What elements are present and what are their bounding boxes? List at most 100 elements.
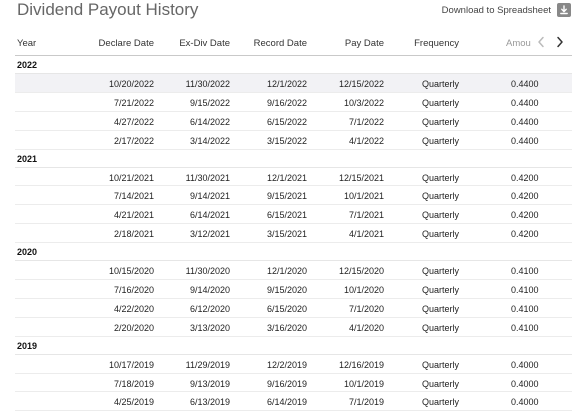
table-row[interactable]: 7/14/2021 9/14/2021 9/15/2021 10/1/2021 Quar…	[15, 186, 572, 206]
declare-date-cell: 4/21/2021	[113, 210, 154, 221]
pay-date-cell: 10/1/2019	[343, 378, 384, 389]
ex-div-date-cell: 9/15/2022	[189, 97, 230, 108]
record-date-cell: 9/16/2022	[266, 97, 307, 108]
declare-date-cell: 2/17/2022	[113, 135, 154, 146]
year-group-row: 2022	[15, 56, 572, 74]
ex-div-date-cell: 3/12/2021	[189, 229, 230, 240]
pay-date-cell: 7/1/2022	[348, 116, 384, 127]
declare-date-cell: 10/17/2019	[108, 359, 154, 370]
pay-date-cell: 7/1/2020	[348, 303, 384, 314]
record-date-cell: 6/15/2022	[266, 116, 307, 127]
table-row[interactable]: 2/20/2020 3/13/2020 3/16/2020 4/1/2020 Quart…	[15, 318, 572, 337]
chevron-right-icon[interactable]	[553, 34, 567, 50]
ex-div-date-cell: 11/29/2019	[185, 359, 230, 370]
table-row[interactable]: 4/27/2022 6/14/2022 6/15/2022 7/1/2022 Quart…	[15, 112, 572, 131]
amount-cell: 0.4000	[511, 359, 539, 370]
frequency-cell: Quarterly	[421, 229, 459, 240]
declare-date-cell: 10/15/2020	[108, 266, 154, 277]
frequency-cell: Quarterly	[421, 378, 459, 389]
column-header-year: Year	[17, 38, 37, 49]
record-date-cell: 6/14/2019	[266, 397, 307, 408]
pay-date-cell: 7/1/2019	[348, 397, 384, 408]
record-date-cell: 12/1/2022	[266, 79, 307, 89]
ex-div-date-cell: 6/13/2019	[189, 397, 230, 408]
table-row[interactable]: 4/22/2020 6/12/2020 6/15/2020 7/1/2020 Quart…	[15, 299, 572, 318]
table-row[interactable]: 2/18/2021 3/12/2021 3/15/2021 4/1/2021 Quart…	[15, 224, 572, 244]
pay-date-cell: 12/15/2022	[338, 79, 384, 89]
ex-div-date-cell: 11/30/2020	[185, 266, 230, 277]
dividend-history-page: Dividend Payout History Download to Spre…	[0, 0, 580, 415]
ex-div-date-cell: 6/12/2020	[189, 303, 230, 314]
frequency-cell: Quarterly	[421, 135, 459, 146]
declare-date-cell: 4/22/2020	[113, 303, 154, 314]
table-body: 2022 10/20/2022 11/30/2022 12/1/2022 12/15/2…	[15, 56, 572, 415]
frequency-cell: Quarterly	[421, 266, 459, 277]
column-header-record-date: Record Date	[253, 38, 307, 49]
record-date-cell: 6/15/2021	[266, 210, 307, 221]
table-row[interactable]: 10/20/2022 11/30/2022 12/1/2022 12/15/2022 Q…	[15, 74, 572, 93]
amount-cell: 0.4000	[511, 378, 539, 389]
pay-date-cell: 4/1/2021	[348, 229, 384, 240]
amount-cell: 0.4200	[511, 229, 539, 240]
record-date-cell: 3/15/2022	[266, 135, 307, 146]
pay-date-cell: 4/1/2022	[348, 135, 384, 146]
table-row[interactable]: 10/21/2021 11/30/2021 12/1/2021 12/15/2021 Q…	[15, 168, 572, 187]
table-row[interactable]: 10/15/2020 11/30/2020 12/1/2020 12/15/2020 Q…	[15, 261, 572, 281]
table-header: Year Declare Date Ex-Div Date Record Dat…	[15, 31, 572, 56]
declare-date-cell: 2/20/2020	[113, 322, 154, 333]
record-date-cell: 9/15/2021	[266, 191, 307, 202]
table-row[interactable]: 4/25/2019 6/13/2019 6/14/2019 7/1/2019 Quart…	[15, 392, 572, 412]
amount-cell: 0.4400	[511, 97, 539, 108]
amount-cell: 0.4100	[511, 303, 539, 314]
table-row[interactable]: 2/17/2022 3/14/2022 3/15/2022 4/1/2022 Quart…	[15, 131, 572, 150]
frequency-cell: Quarterly	[421, 79, 459, 89]
frequency-cell: Quarterly	[421, 210, 459, 221]
amount-cell: 0.4100	[511, 266, 539, 277]
year-group-label: 2022	[17, 60, 38, 70]
column-header-amount: Amou	[506, 38, 531, 49]
page-title: Dividend Payout History	[17, 0, 199, 19]
declare-date-cell: 7/14/2021	[113, 191, 154, 202]
year-group-label: 2021	[17, 153, 38, 164]
record-date-cell: 3/16/2020	[266, 322, 307, 333]
dividend-table: Year Declare Date Ex-Div Date Record Dat…	[15, 31, 572, 415]
chevron-left-icon[interactable]	[534, 34, 548, 50]
frequency-cell: Quarterly	[421, 191, 459, 202]
amount-cell: 0.4000	[511, 397, 539, 408]
pay-date-cell: 10/1/2021	[343, 191, 384, 202]
pay-date-cell: 10/3/2022	[343, 97, 384, 108]
table-row[interactable]: 7/21/2022 9/15/2022 9/16/2022 10/3/2022 Quar…	[15, 93, 572, 112]
download-spreadsheet-button[interactable]: Download to Spreadsheet	[442, 1, 571, 19]
declare-date-cell: 2/18/2021	[113, 229, 154, 240]
amount-cell: 0.4200	[511, 191, 539, 202]
table-row[interactable]: 10/17/2019 11/29/2019 12/2/2019 12/16/2019 Q…	[15, 355, 572, 374]
ex-div-date-cell: 11/30/2021	[185, 172, 230, 183]
table-row[interactable]: 7/18/2019 9/13/2019 9/16/2019 10/1/2019 Quar…	[15, 374, 572, 393]
frequency-cell: Quarterly	[421, 322, 459, 333]
year-group-label: 2020	[17, 247, 38, 258]
declare-date-cell: 7/16/2020	[113, 285, 154, 296]
record-date-cell: 6/15/2020	[266, 303, 307, 314]
pay-date-cell: 4/1/2020	[348, 322, 384, 333]
pay-date-cell: 10/1/2020	[343, 285, 384, 296]
download-icon[interactable]	[557, 3, 571, 17]
table-row[interactable]: 4/21/2021 6/14/2021 6/15/2021 7/1/2021 Quart…	[15, 205, 572, 225]
record-date-cell: 3/15/2021	[266, 229, 307, 240]
pay-date-cell: 12/15/2021	[338, 172, 384, 183]
frequency-cell: Quarterly	[421, 172, 459, 183]
year-group-row: 2021	[15, 150, 572, 168]
ex-div-date-cell: 9/14/2020	[189, 285, 230, 296]
table-row[interactable]: 7/16/2020 9/14/2020 9/15/2020 10/1/2020 Quar…	[15, 280, 572, 299]
ex-div-date-cell: 3/13/2020	[189, 322, 230, 333]
declare-date-cell: 10/20/2022	[108, 79, 154, 89]
record-date-cell: 12/2/2019	[266, 359, 307, 370]
amount-cell: 0.4400	[511, 135, 539, 146]
frequency-cell: Quarterly	[421, 303, 459, 314]
frequency-cell: Quarterly	[421, 285, 459, 296]
pay-date-cell: 12/16/2019	[338, 359, 384, 370]
year-group-row: 2020	[15, 243, 572, 262]
record-date-cell: 12/1/2020	[266, 266, 307, 277]
table-row[interactable]: 2/21/20193/14/20193/15/20194/1/2019Quart…	[15, 411, 572, 415]
declare-date-cell: 7/21/2022	[113, 97, 154, 108]
column-header-pay-date: Pay Date	[344, 38, 384, 49]
